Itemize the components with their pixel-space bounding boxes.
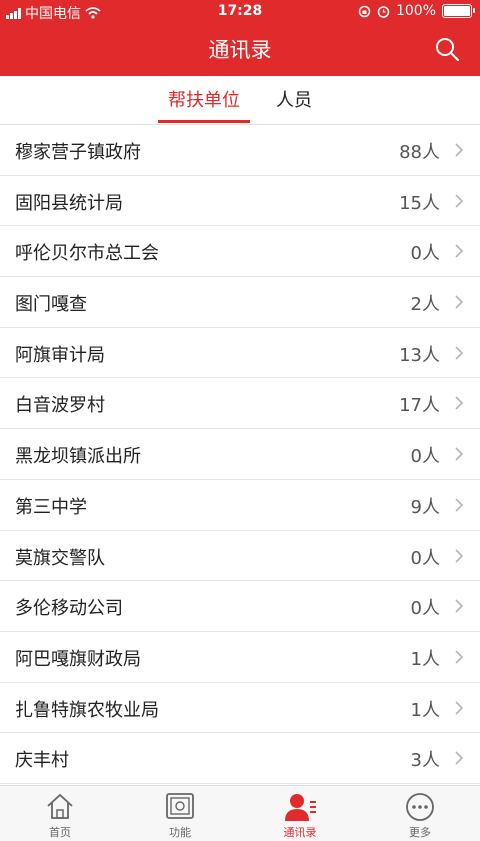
more-icon	[406, 793, 434, 821]
page-title: 通讯录	[208, 38, 272, 62]
list-item[interactable]: 莫旗交警队 0人	[0, 531, 480, 582]
home-icon	[47, 793, 73, 819]
chevron-right-icon	[455, 650, 464, 664]
search-icon[interactable]	[434, 36, 460, 62]
chevron-right-icon	[455, 751, 464, 765]
unit-name: 扎鲁特旗农牧业局	[15, 699, 159, 721]
chevron-right-icon	[455, 447, 464, 461]
nav-function-label: 功能	[169, 826, 191, 839]
member-count: 0人	[410, 547, 440, 569]
unit-name: 阿旗审计局	[15, 344, 105, 366]
chevron-right-icon	[455, 498, 464, 512]
unit-name: 穆家营子镇政府	[15, 142, 141, 163]
member-count: 1人	[410, 699, 440, 721]
rotation-lock-icon	[358, 5, 371, 17]
list-item[interactable]: 黑龙坝镇派出所 0人	[0, 429, 480, 480]
bottom-tab-bar: 首页 功能 通讯录 更多	[0, 785, 480, 841]
chevron-right-icon	[455, 295, 464, 309]
list-item[interactable]: 图门嘎查 2人	[0, 277, 480, 328]
segment-tabs: 帮扶单位 人员	[0, 76, 480, 125]
nav-contacts[interactable]: 通讯录	[240, 786, 360, 841]
member-count: 0人	[410, 598, 440, 620]
unit-list: 穆家营子镇政府 88人 固阳县统计局 15人 呼伦贝尔市总工会 0人 图门嘎查 2人 阿旗审计局…	[0, 125, 480, 785]
unit-name: 阿巴嘎旗财政局	[15, 648, 141, 670]
chevron-right-icon	[455, 143, 464, 157]
list-item[interactable]: 呼伦贝尔市总工会 0人	[0, 226, 480, 278]
chevron-right-icon	[455, 244, 464, 258]
unit-name: 多伦移动公司	[15, 598, 123, 620]
list-item[interactable]: 阿旗审计局 13人	[0, 328, 480, 379]
member-count: 9人	[410, 496, 440, 518]
status-bar: 中国电信 17:28 100%	[0, 0, 480, 24]
list-item[interactable]: 扎鲁特旗农牧业局 1人	[0, 683, 480, 734]
chevron-right-icon	[455, 700, 464, 715]
nav-more-label: 更多	[409, 826, 431, 839]
list-item[interactable]: 固阳县统计局 15人	[0, 176, 480, 227]
member-count: 0人	[410, 243, 440, 265]
battery-label: 100%	[395, 3, 436, 19]
chevron-right-icon	[455, 346, 464, 360]
nav-home[interactable]: 首页	[0, 786, 120, 841]
chevron-right-icon	[455, 194, 464, 208]
nav-home-label: 首页	[49, 826, 71, 839]
contacts-icon	[285, 794, 316, 821]
nav-function[interactable]: 功能	[120, 786, 240, 841]
member-count: 0人	[410, 446, 440, 468]
battery-icon	[442, 4, 475, 18]
tab-units[interactable]: 帮扶单位	[168, 86, 240, 112]
member-count: 1人	[410, 648, 440, 670]
list-item[interactable]: 阿巴嘎旗财政局 1人	[0, 632, 480, 683]
unit-name: 第三中学	[15, 496, 87, 518]
unit-name: 图门嘎查	[15, 294, 87, 316]
member-count: 3人	[410, 750, 440, 772]
list-item[interactable]: 第三中学 9人	[0, 480, 480, 531]
tab-people[interactable]: 人员	[276, 86, 312, 112]
function-icon	[166, 793, 194, 819]
chevron-right-icon	[455, 548, 464, 563]
list-item[interactable]: 多伦移动公司 0人	[0, 581, 480, 632]
list-item[interactable]: 庆丰村 3人	[0, 733, 480, 784]
chevron-right-icon	[455, 396, 464, 411]
list-item[interactable]: 白音波罗村 17人	[0, 378, 480, 430]
chevron-right-icon	[455, 599, 464, 613]
alarm-icon	[377, 5, 390, 18]
unit-name: 庆丰村	[15, 750, 69, 772]
unit-name: 莫旗交警队	[15, 547, 105, 569]
nav-more[interactable]: 更多	[360, 786, 480, 841]
member-count: 88人	[399, 142, 440, 163]
app-header: 中国电信 17:28 100% 通讯录	[0, 0, 480, 76]
unit-name: 固阳县统计局	[15, 192, 123, 214]
nav-contacts-label: 通讯录	[283, 826, 317, 839]
list-item[interactable]: 穆家营子镇政府 88人	[0, 125, 480, 176]
unit-name: 呼伦贝尔市总工会	[15, 243, 159, 265]
member-count: 13人	[399, 344, 440, 366]
member-count: 17人	[399, 395, 440, 417]
active-tab-indicator	[158, 120, 250, 123]
unit-name: 黑龙坝镇派出所	[15, 446, 141, 468]
member-count: 2人	[410, 294, 440, 316]
member-count: 15人	[399, 192, 440, 214]
unit-name: 白音波罗村	[15, 395, 105, 417]
